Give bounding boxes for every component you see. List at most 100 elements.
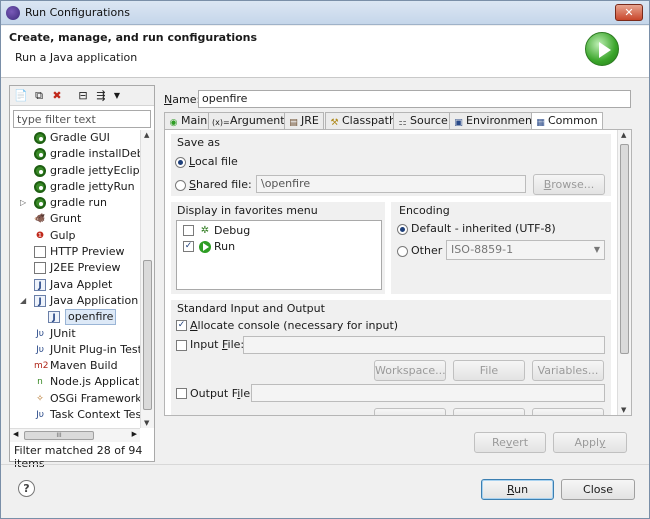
output-file-field[interactable] [251,384,605,402]
file-icon [34,246,46,259]
tree-item-label: Java Applet [50,277,113,291]
tree-item[interactable]: Gradle GUI [10,130,140,146]
tree-item[interactable]: HTTP Preview [10,244,140,260]
tree-item[interactable]: ▷ gradle run [10,195,140,211]
tree-item[interactable]: J2EE Preview [10,260,140,276]
close-button[interactable]: Close [561,479,635,500]
input-file-checkbox[interactable] [176,340,187,351]
other-encoding-radio[interactable] [397,246,408,257]
encoding-label: Encoding [399,204,450,217]
header-title: Create, manage, and run configurations [9,31,258,44]
configuration-tabs: ◉ Main (x)=Arguments ▤ JRE ⚒ Classpath ⚏ Sou… [164,112,632,130]
content-scroll-thumb[interactable] [620,144,629,354]
footer-separator [1,464,649,465]
name-field[interactable]: openfire [198,90,631,108]
apply-button[interactable]: Apply [553,432,627,453]
tree-item[interactable]: Jυ JUnit Plug-in Test [10,342,140,358]
help-icon[interactable]: ? [18,480,35,497]
tree-horizontal-scrollbar[interactable]: ◀ III ▶ [10,428,140,442]
tree-item[interactable]: ◢ J Java Application [10,293,140,309]
content-vertical-scrollbar[interactable]: ▲ ▼ [617,130,631,415]
environment-tab-icon: ▣ [454,118,463,128]
content-scroll-up-icon[interactable]: ▲ [621,131,626,139]
new-configuration-icon[interactable]: 📄 [14,89,28,103]
browse-button[interactable]: Browse... [533,174,605,195]
favorites-group: Display in favorites menu ✲ Debug ✓ Run [171,202,385,294]
view-menu-chevron-down-icon[interactable]: ▼ [110,89,124,103]
filter-input[interactable] [13,110,151,128]
encoding-select[interactable]: ISO-8859-1 ▼ [446,240,605,260]
tree-item-label: OSGi Framework [50,391,140,405]
scroll-left-icon[interactable]: ◀ [13,430,18,438]
node-icon: n [37,377,43,388]
java-icon: J [48,311,60,324]
collapse-all-icon[interactable]: ⊟ [76,89,90,103]
run-checkbox[interactable]: ✓ [183,241,194,252]
tree-item[interactable]: 🐗 Grunt [10,211,140,227]
filter-configurations-icon[interactable]: ⇶ [94,89,108,103]
output-workspace-button[interactable] [374,408,446,415]
grunt-icon: 🐗 [34,214,46,225]
tree-item-label: Task Context Test [50,408,140,422]
output-file-system-button[interactable] [453,408,525,415]
tab-main[interactable]: ◉ Main [164,112,213,129]
collapse-icon[interactable]: ◢ [20,293,30,309]
tree-item[interactable]: ❶ Gulp [10,228,140,244]
java-applet-icon: J [34,278,46,291]
tab-arguments[interactable]: (x)=Arguments [208,112,296,129]
tab-environment[interactable]: ▣ Environment [449,112,542,129]
tree-item[interactable]: ✧ OSGi Framework [10,391,140,407]
list-item-debug[interactable]: ✲ Debug [177,223,381,239]
scroll-right-icon[interactable]: ▶ [132,430,137,438]
eclipse-icon [6,6,20,20]
list-item-run[interactable]: ✓ Run [177,239,381,255]
default-encoding-radio[interactable] [397,224,408,235]
variables-button[interactable]: Variables... [532,360,604,381]
tree-item[interactable]: Jopenfire [10,309,140,326]
tree-item-label: J2EE Preview [50,261,121,275]
osgi-icon: ✧ [36,393,44,404]
duplicate-configuration-icon[interactable]: ⧉ [32,89,46,103]
tab-source[interactable]: ⚏ Source [393,112,453,129]
input-file-label: Input File: [190,338,245,351]
tree-vertical-scrollbar[interactable]: ▲ ▼ [140,130,154,428]
tree-item[interactable]: Jυ Task Context Test [10,407,140,423]
tree-item[interactable]: J Java Applet [10,277,140,293]
tree-item[interactable]: gradle jettyRun [10,179,140,195]
tree-item-label: Grunt [50,212,82,226]
scroll-thumb[interactable] [143,260,152,410]
tab-classpath[interactable]: ⚒ Classpath [325,112,401,129]
gradle-gear-icon [34,180,46,193]
window-close-button[interactable]: ✕ [615,4,643,21]
tree-item-label: Gulp [50,228,76,242]
output-file-checkbox[interactable] [176,388,187,399]
output-variables-button[interactable] [532,408,604,415]
tab-jre[interactable]: ▤ JRE [284,112,324,129]
revert-button[interactable]: Revert [474,432,546,453]
tab-common[interactable]: ▦ Common [531,112,603,130]
hscroll-thumb[interactable]: III [24,431,94,440]
input-file-field[interactable] [243,336,605,354]
shared-file-input[interactable]: \openfire [256,175,526,193]
tree-item[interactable]: gradle jettyEclipseRun [10,163,140,179]
tree-item[interactable]: gradle installDebug [10,146,140,162]
allocate-console-checkbox[interactable]: ✓ [176,320,187,331]
file-system-button[interactable]: File System... [453,360,525,396]
run-button[interactable]: Run [481,479,554,500]
window-title: Run Configurations [25,6,130,19]
delete-configuration-icon[interactable]: ✖ [50,89,64,103]
tree-item-label: Maven Build [50,359,118,373]
tree-item[interactable]: n Node.js Application [10,374,140,390]
gradle-gear-icon [34,164,46,177]
workspace-button[interactable]: Workspace... [374,360,446,381]
shared-file-radio[interactable] [175,180,186,191]
tree-item[interactable]: Jυ JUnit [10,326,140,342]
tree-item-label: HTTP Preview [50,245,125,259]
local-file-radio[interactable] [175,157,186,168]
content-scroll-down-icon[interactable]: ▼ [621,406,626,414]
scroll-down-icon[interactable]: ▼ [144,419,152,427]
tree-item[interactable]: m2 Maven Build [10,358,140,374]
scroll-up-icon[interactable]: ▲ [144,131,152,139]
expand-icon[interactable]: ▷ [20,195,30,211]
debug-checkbox[interactable] [183,225,194,236]
